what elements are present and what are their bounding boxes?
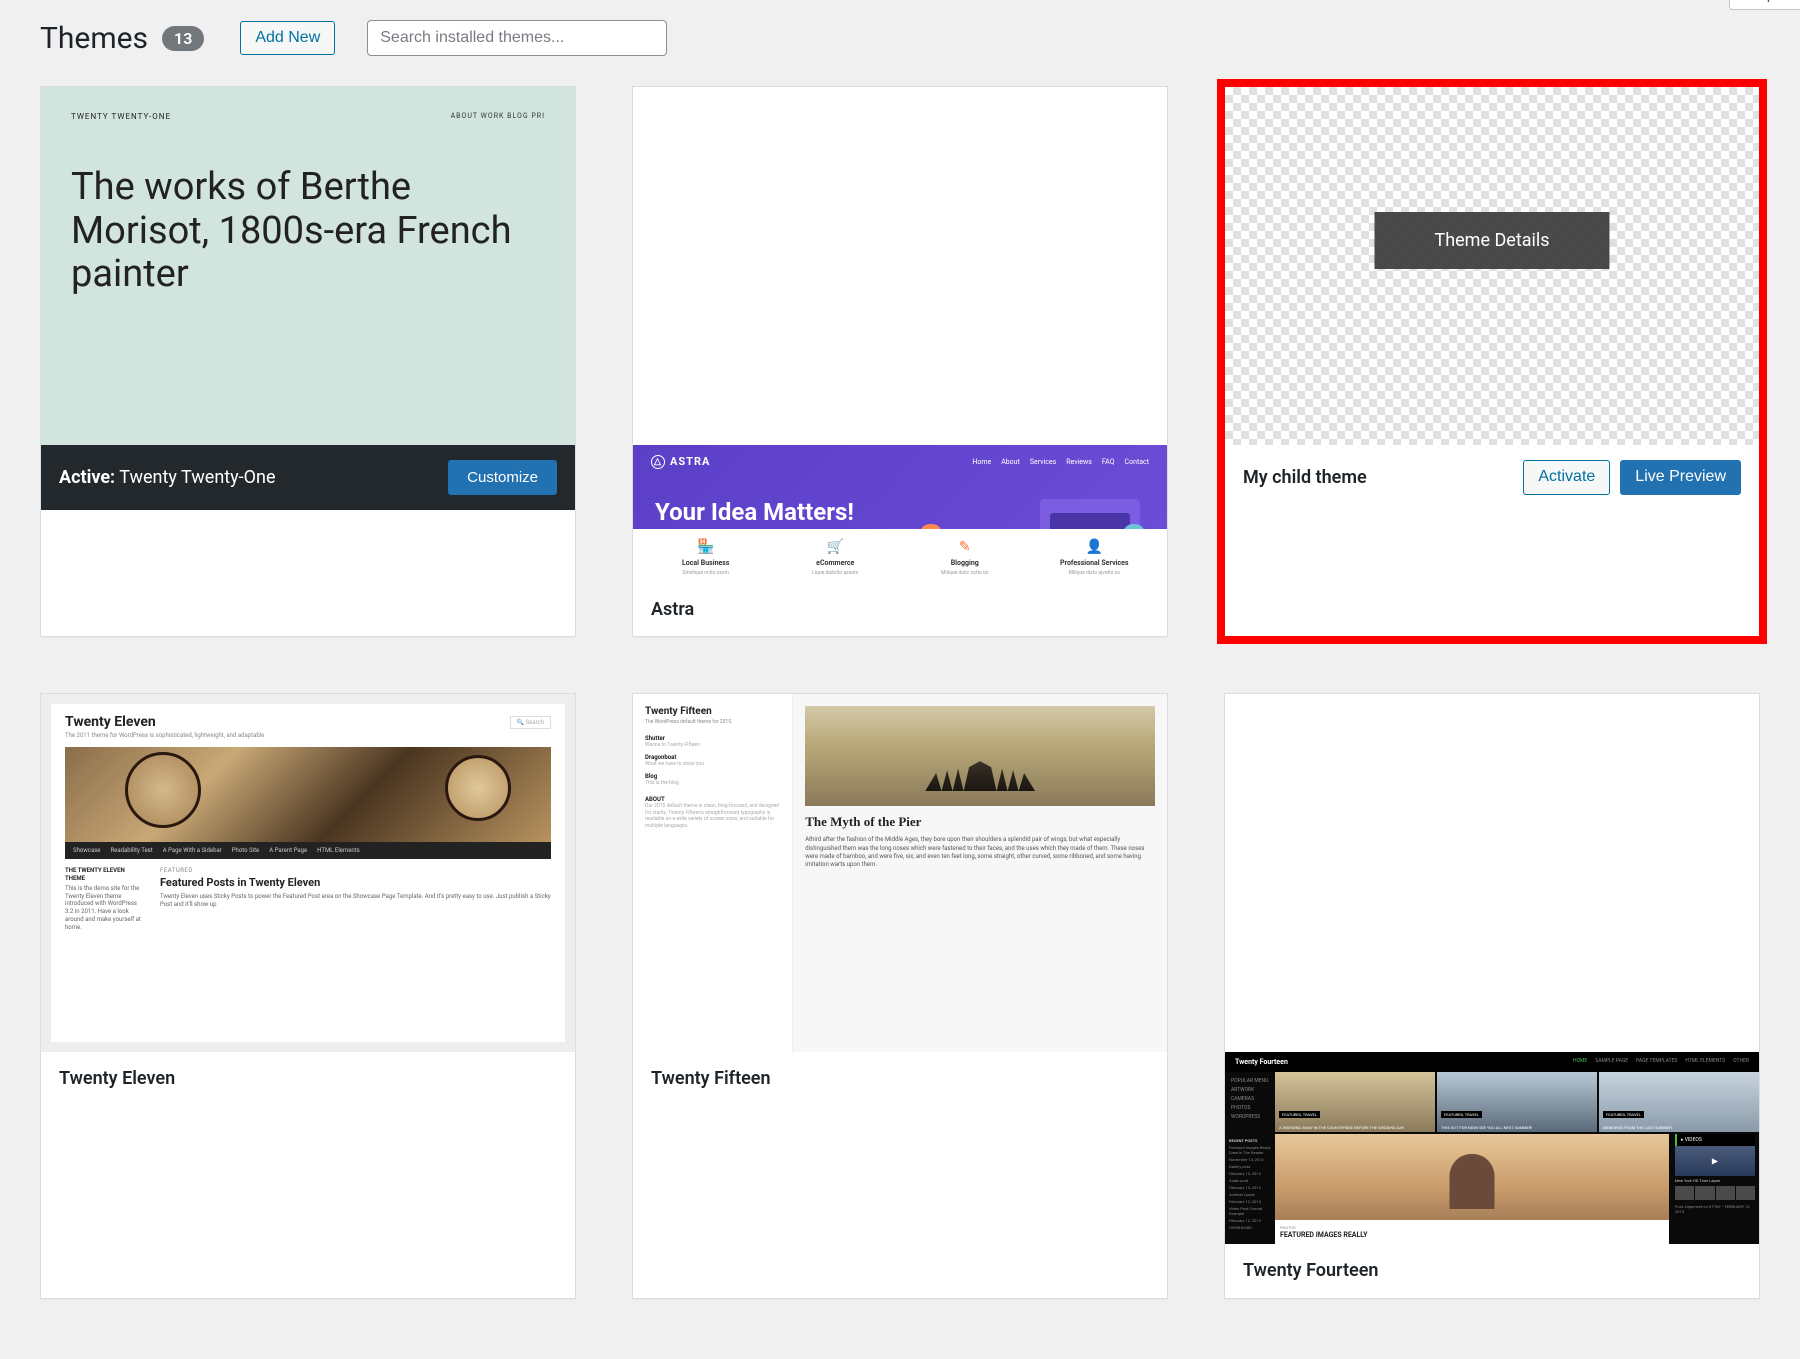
theme-footer: Astra xyxy=(633,582,1167,636)
preview-nav: Home About Services Reviews FAQ Contact xyxy=(972,458,1149,466)
customize-button[interactable]: Customize xyxy=(448,460,557,495)
person-icon: 👤 xyxy=(1030,539,1160,555)
theme-card-my-child-theme[interactable]: Theme Details My child theme Activate Li… xyxy=(1224,86,1760,637)
theme-card-twenty-fifteen[interactable]: Twenty Fifteen The WordPress default the… xyxy=(632,693,1168,1299)
theme-screenshot: △ ASTRA Home About Services Reviews FAQ … xyxy=(633,87,1167,582)
theme-name: Twenty Twenty-One xyxy=(119,467,275,488)
search-input[interactable] xyxy=(367,20,667,56)
preview-title: Twenty Eleven xyxy=(65,714,551,730)
help-label: Help xyxy=(1744,0,1775,3)
preview-nav: HOME SAMPLE PAGE PAGE TEMPLATES HTML ELE… xyxy=(1573,1058,1749,1066)
theme-card-astra[interactable]: △ ASTRA Home About Services Reviews FAQ … xyxy=(632,86,1168,637)
theme-footer: Active: Twenty Twenty-One Customize xyxy=(41,445,575,510)
preview-sidebar: POPULAR MENU ARTWORK CAMERAS PHOTOS WORD… xyxy=(1225,1072,1275,1132)
theme-name: Twenty Fourteen xyxy=(1243,1260,1378,1281)
activate-button[interactable]: Activate xyxy=(1523,460,1610,495)
theme-footer: Twenty Fifteen xyxy=(633,1052,1167,1106)
preview-logo: Twenty Fourteen xyxy=(1235,1058,1288,1066)
theme-screenshot: TWENTY TWENTY-ONE ABOUT WORK BLOG PRI Th… xyxy=(41,87,575,445)
theme-name: Twenty Eleven xyxy=(59,1068,175,1089)
theme-details-overlay[interactable]: Theme Details xyxy=(1374,212,1609,269)
preview-subtitle: The 2011 theme for WordPress is sophisti… xyxy=(65,732,551,739)
preview-logo: ASTRA xyxy=(670,455,710,468)
theme-screenshot: Twenty Fifteen The WordPress default the… xyxy=(633,694,1167,1052)
theme-card-twenty-eleven[interactable]: Twenty Eleven The 2011 theme for WordPre… xyxy=(40,693,576,1299)
preview-featured-image: PHOTOS FEATURED IMAGES REALLY xyxy=(1275,1134,1669,1244)
themes-grid: TWENTY TWENTY-ONE ABOUT WORK BLOG PRI Th… xyxy=(40,86,1760,1299)
theme-card-twenty-fourteen[interactable]: Twenty Fourteen HOME SAMPLE PAGE PAGE TE… xyxy=(1224,693,1760,1299)
theme-footer: Twenty Fourteen xyxy=(1225,1244,1759,1298)
help-button[interactable]: Help ▼ xyxy=(1729,0,1800,10)
astra-logo-icon: △ xyxy=(651,455,665,469)
help-tab: Help ▼ xyxy=(1729,0,1800,10)
theme-screenshot: Twenty Fourteen HOME SAMPLE PAGE PAGE TE… xyxy=(1225,694,1759,1244)
live-preview-button[interactable]: Live Preview xyxy=(1620,460,1741,495)
active-label: Active: xyxy=(59,467,115,488)
themes-count-badge: 13 xyxy=(162,26,204,51)
preview-hero-image xyxy=(805,706,1155,806)
theme-screenshot: Twenty Eleven The 2011 theme for WordPre… xyxy=(41,694,575,1052)
cart-icon: 🛒 xyxy=(771,539,901,555)
page-title: Themes xyxy=(40,21,148,56)
header-row: Themes 13 Add New xyxy=(40,20,1760,56)
preview-featured-grid: FEATURED, TRAVEL A WEEKEND AWAY IN THE C… xyxy=(1275,1072,1759,1132)
pencil-icon: ✎ xyxy=(900,539,1030,555)
theme-screenshot-empty: Theme Details xyxy=(1225,87,1759,445)
preview-sidebar: Twenty Fifteen The WordPress default the… xyxy=(633,694,793,1052)
theme-name: Twenty Fifteen xyxy=(651,1068,771,1089)
preview-search: 🔍 Search xyxy=(510,716,551,729)
preview-nav: Showcase Readability Test A Page With a … xyxy=(65,842,551,859)
preview-services: 🏪 Local Business Similique nctio ossm 🛒 … xyxy=(633,529,1167,582)
preview-videos-column: ▸ VIDEOS ▶ New York HD Time Lapse Post A… xyxy=(1675,1134,1755,1244)
preview-heading: The works of Berthe Morisot, 1800s-era F… xyxy=(71,166,545,297)
theme-card-twenty-twenty-one[interactable]: TWENTY TWENTY-ONE ABOUT WORK BLOG PRI Th… xyxy=(40,86,576,637)
theme-footer: My child theme Activate Live Preview xyxy=(1225,445,1759,510)
preview-main: The Myth of the Pier Athird after the fa… xyxy=(793,694,1167,1052)
preview-recent-posts: RECENT POSTS Featured Images Really Draw… xyxy=(1225,1134,1275,1244)
preview-hero-image xyxy=(65,747,551,842)
preview-hero-title: Your Idea Matters! xyxy=(655,499,890,525)
preview-nav: ABOUT WORK BLOG PRI xyxy=(451,112,545,120)
theme-name: My child theme xyxy=(1243,467,1367,488)
add-new-button[interactable]: Add New xyxy=(240,21,335,56)
store-icon: 🏪 xyxy=(641,539,771,555)
theme-name: Astra xyxy=(651,599,694,620)
theme-footer: Twenty Eleven xyxy=(41,1052,575,1106)
